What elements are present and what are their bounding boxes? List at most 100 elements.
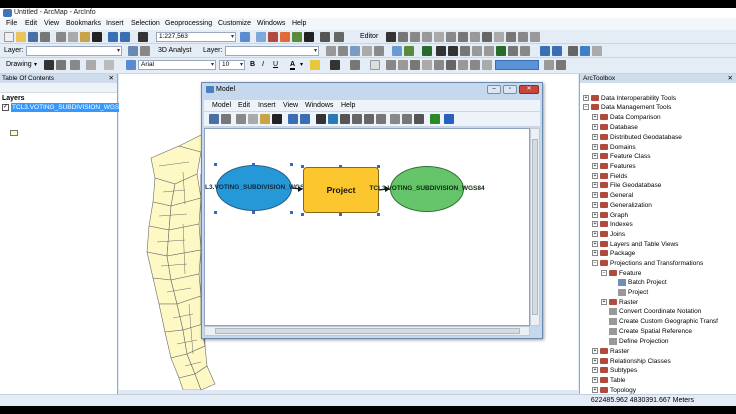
- expand-icon[interactable]: +: [592, 212, 598, 219]
- select-elements-icon[interactable]: [44, 60, 54, 70]
- expand-icon[interactable]: +: [592, 231, 598, 238]
- tool-create-custom-geographic-transformation[interactable]: Create Custom Geographic Transf: [609, 317, 718, 326]
- fit-to-display-icon[interactable]: [140, 46, 150, 56]
- selection-handle[interactable]: [301, 165, 304, 168]
- scrollbar-thumb[interactable]: [532, 139, 538, 315]
- selection-handle[interactable]: [339, 213, 342, 216]
- model-menu-windows[interactable]: Windows: [305, 102, 333, 109]
- transparency-icon[interactable]: [410, 60, 420, 70]
- expand-icon[interactable]: +: [592, 153, 598, 160]
- toolset-generalization[interactable]: + Generalization: [592, 201, 652, 210]
- fixed-zoom-in-icon[interactable]: [472, 46, 482, 56]
- fill-color-icon[interactable]: [310, 60, 320, 70]
- selection-handle[interactable]: [301, 213, 304, 216]
- python-window-icon[interactable]: [304, 32, 314, 42]
- toolbox-data-interoperability[interactable]: + Data Interoperability Tools: [583, 94, 676, 103]
- collapse-icon[interactable]: −: [592, 260, 598, 267]
- expand-icon[interactable]: +: [592, 358, 598, 365]
- selection-handle[interactable]: [339, 165, 342, 168]
- validate-icon[interactable]: [430, 114, 440, 124]
- run-icon[interactable]: [444, 114, 454, 124]
- brightness-icon[interactable]: [422, 60, 432, 70]
- paste-icon[interactable]: [260, 114, 270, 124]
- interpolate-line-icon[interactable]: [326, 46, 336, 56]
- globe-icon[interactable]: [496, 46, 506, 56]
- zoom-to-selected-icon[interactable]: [70, 60, 80, 70]
- pan-icon[interactable]: [390, 114, 400, 124]
- toolset-feature-class[interactable]: + Feature Class: [592, 152, 650, 161]
- tool-create-spatial-reference[interactable]: Create Spatial Reference: [609, 327, 692, 336]
- editor-label[interactable]: Editor: [360, 33, 378, 40]
- profile-graph-icon[interactable]: [350, 46, 360, 56]
- expand-icon[interactable]: +: [592, 182, 598, 189]
- undo-icon[interactable]: [108, 32, 118, 42]
- toolset-table[interactable]: + Table: [592, 376, 626, 385]
- menu-windows[interactable]: Windows: [257, 20, 285, 27]
- toolset-domains[interactable]: + Domains: [592, 143, 636, 152]
- expand-icon[interactable]: +: [583, 95, 589, 102]
- model-menu-help[interactable]: Help: [341, 102, 355, 109]
- delete-icon[interactable]: [92, 32, 102, 42]
- expand-icon[interactable]: +: [592, 192, 598, 199]
- toolset-package[interactable]: + Package: [592, 249, 635, 258]
- selection-handle[interactable]: [377, 165, 380, 168]
- back-extent-icon[interactable]: [540, 46, 550, 56]
- collapse-icon[interactable]: −: [601, 270, 607, 277]
- toolset-graph[interactable]: + Graph: [592, 211, 628, 220]
- italic-button[interactable]: I: [262, 61, 264, 68]
- georeferencing-icon[interactable]: [128, 46, 138, 56]
- font-size-combo[interactable]: 10 ▾: [219, 60, 245, 70]
- catalog-icon[interactable]: [268, 32, 278, 42]
- text-icon[interactable]: [104, 60, 114, 70]
- toggle-effects-icon[interactable]: [544, 60, 554, 70]
- expand-icon[interactable]: +: [592, 387, 598, 394]
- expand-icon[interactable]: +: [592, 250, 598, 257]
- toolset-feature[interactable]: − Feature: [601, 269, 641, 278]
- whats-this-icon[interactable]: [334, 32, 344, 42]
- menu-file[interactable]: File: [6, 20, 17, 27]
- add-data-icon[interactable]: [138, 32, 148, 42]
- arcscene-icon[interactable]: [392, 46, 402, 56]
- save-icon[interactable]: [28, 32, 38, 42]
- close-button[interactable]: ✕: [519, 85, 539, 94]
- tool-define-projection[interactable]: Define Projection: [609, 337, 669, 346]
- toolset-features[interactable]: + Features: [592, 162, 636, 171]
- rotate-tool-icon[interactable]: [494, 32, 504, 42]
- cut-polygon-icon[interactable]: [470, 32, 480, 42]
- toolset-data-comparison[interactable]: + Data Comparison: [592, 113, 661, 122]
- toolbox-data-management[interactable]: − Data Management Tools: [583, 103, 671, 112]
- expand-icon[interactable]: +: [592, 367, 598, 374]
- sketch-properties-icon[interactable]: [518, 32, 528, 42]
- contrast-icon[interactable]: [434, 60, 444, 70]
- menu-customize[interactable]: Customize: [218, 20, 251, 27]
- tool-convert-coordinate-notation[interactable]: Convert Coordinate Notation: [609, 307, 701, 316]
- select-features-icon[interactable]: [508, 46, 518, 56]
- toolset-topology[interactable]: + Topology: [592, 386, 636, 394]
- toolset-file-geodatabase[interactable]: + File Geodatabase: [592, 181, 661, 190]
- model-menu-view[interactable]: View: [283, 102, 298, 109]
- edit-vertices-icon[interactable]: [446, 32, 456, 42]
- adjust-transparency-icon[interactable]: [470, 60, 480, 70]
- sketch-tool-icon[interactable]: [398, 32, 408, 42]
- toolset-distributed-geodatabase[interactable]: + Distributed Geodatabase: [592, 133, 682, 142]
- menu-selection[interactable]: Selection: [131, 20, 160, 27]
- selection-handle[interactable]: [377, 213, 380, 216]
- selection-handle[interactable]: [214, 211, 217, 214]
- selection-handle[interactable]: [290, 163, 293, 166]
- menu-bookmarks[interactable]: Bookmarks: [66, 20, 101, 27]
- cut-icon[interactable]: [56, 32, 66, 42]
- zoom-out-icon[interactable]: [364, 114, 374, 124]
- undo-icon[interactable]: [288, 114, 298, 124]
- arctoolbox-icon[interactable]: [292, 32, 302, 42]
- find-icon[interactable]: [592, 46, 602, 56]
- expand-icon[interactable]: +: [592, 377, 598, 384]
- trace-tool-icon[interactable]: [410, 32, 420, 42]
- toolset-layers-table-views[interactable]: + Layers and Table Views: [592, 240, 678, 249]
- line-of-sight-icon[interactable]: [374, 46, 384, 56]
- toolset-relationship-classes[interactable]: + Relationship Classes: [592, 357, 671, 366]
- auto-layout-icon[interactable]: [328, 114, 338, 124]
- toolset-subtypes[interactable]: + Subtypes: [592, 366, 637, 375]
- close-icon[interactable]: ✕: [728, 74, 733, 83]
- select-icon[interactable]: [402, 114, 412, 124]
- expand-icon[interactable]: +: [592, 348, 598, 355]
